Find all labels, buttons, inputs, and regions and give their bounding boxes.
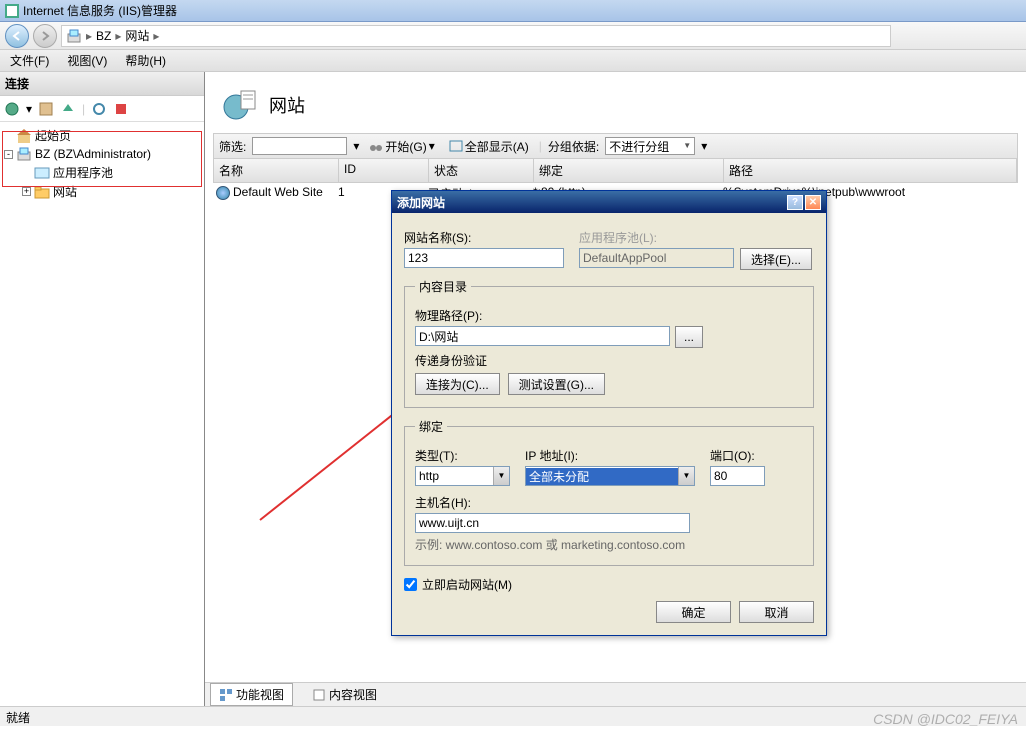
breadcrumb-sites[interactable]: 网站 xyxy=(125,27,149,44)
tree-start-page[interactable]: 起始页 xyxy=(4,126,200,145)
menu-bar: 文件(F) 视图(V) 帮助(H) xyxy=(0,50,1026,72)
connections-tree: 起始页 - BZ (BZ\Administrator) 应用程序池 + 网站 xyxy=(0,122,204,205)
port-input[interactable] xyxy=(710,466,765,486)
port-label: 端口(O): xyxy=(710,447,770,464)
ok-button[interactable]: 确定 xyxy=(656,601,731,623)
go-button[interactable]: 开始(G) ▾ xyxy=(365,138,438,155)
app-icon xyxy=(5,4,19,18)
site-name-input[interactable] xyxy=(404,248,564,268)
type-label: 类型(T): xyxy=(415,447,510,464)
col-path[interactable]: 路径 xyxy=(724,159,1017,182)
connect-as-button[interactable]: 连接为(C)... xyxy=(415,373,500,395)
content-dir-group: 内容目录 物理路径(P): ... 传递身份验证 连接为(C)... 测试设置(… xyxy=(404,278,814,408)
connections-toolbar: ▾ | xyxy=(0,96,204,122)
type-combo[interactable]: http▼ xyxy=(415,466,510,486)
menu-view[interactable]: 视图(V) xyxy=(67,52,107,69)
watermark: CSDN @IDC02_FEIYA xyxy=(873,711,1018,727)
tree-app-pools[interactable]: 应用程序池 xyxy=(4,163,200,182)
col-id[interactable]: ID xyxy=(339,159,429,182)
groupby-combo[interactable]: 不进行分组 xyxy=(605,137,695,155)
page-title: 网站 xyxy=(269,92,305,118)
tab-content[interactable]: 内容视图 xyxy=(303,683,386,706)
menu-file[interactable]: 文件(F) xyxy=(10,52,49,69)
expand-icon[interactable]: + xyxy=(22,187,31,196)
chevron-right-icon: ▸ xyxy=(153,29,159,43)
add-site-dialog: 添加网站 ? ✕ 网站名称(S): 应用程序池(L): 选择(E)... 内容目… xyxy=(391,190,827,636)
phys-path-input[interactable] xyxy=(415,326,670,346)
app-pool-input xyxy=(579,248,734,268)
back-button[interactable] xyxy=(5,24,29,48)
cancel-button[interactable]: 取消 xyxy=(739,601,814,623)
show-all-button[interactable]: 全部显示(A) xyxy=(445,138,533,155)
select-pool-button[interactable]: 选择(E)... xyxy=(740,248,812,270)
col-binding[interactable]: 绑定 xyxy=(534,159,724,182)
close-button[interactable]: ✕ xyxy=(805,195,821,210)
filter-bar: 筛选: ▾ 开始(G) ▾ 全部显示(A) | 分组依据: 不进行分组 ▾ xyxy=(213,133,1018,159)
chevron-down-icon: ▼ xyxy=(493,467,509,485)
window-title: Internet 信息服务 (IIS)管理器 xyxy=(23,2,177,19)
binding-group: 绑定 类型(T): http▼ IP 地址(I): 全部未分配▼ 端口(O): … xyxy=(404,418,814,566)
binoculars-icon xyxy=(369,139,383,153)
globe-icon xyxy=(216,186,230,200)
dialog-titlebar[interactable]: 添加网站 ? ✕ xyxy=(392,191,826,213)
tab-features[interactable]: 功能视图 xyxy=(210,683,293,706)
apppool-icon xyxy=(34,165,50,181)
collapse-icon[interactable]: - xyxy=(4,150,13,159)
filter-label: 筛选: xyxy=(219,138,246,155)
content-icon xyxy=(312,688,326,702)
chevron-right-icon: ▸ xyxy=(115,29,121,43)
host-name-input[interactable] xyxy=(415,513,690,533)
home-icon xyxy=(16,128,32,144)
refresh-icon[interactable] xyxy=(91,101,107,117)
col-status[interactable]: 状态 xyxy=(429,159,534,182)
stop-icon[interactable] xyxy=(113,101,129,117)
start-site-checkbox[interactable]: 立即启动网站(M) xyxy=(404,576,814,593)
save-icon[interactable] xyxy=(38,101,54,117)
features-icon xyxy=(219,688,233,702)
host-name-label: 主机名(H): xyxy=(415,494,803,511)
up-icon[interactable] xyxy=(60,101,76,117)
browse-button[interactable]: ... xyxy=(675,326,703,348)
showall-icon xyxy=(449,139,463,153)
tree-sites[interactable]: + 网站 xyxy=(4,182,200,201)
ip-combo[interactable]: 全部未分配▼ xyxy=(525,466,695,486)
col-name[interactable]: 名称 xyxy=(214,159,339,182)
server-icon xyxy=(66,28,82,44)
phys-path-label: 物理路径(P): xyxy=(415,307,803,324)
pass-auth-label: 传递身份验证 xyxy=(415,352,803,369)
sites-grid-header: 名称 ID 状态 绑定 路径 xyxy=(213,159,1018,183)
breadcrumb[interactable]: ▸ BZ ▸ 网站 ▸ xyxy=(61,25,891,47)
test-settings-button[interactable]: 测试设置(G)... xyxy=(508,373,605,395)
app-pool-label: 应用程序池(L): xyxy=(579,229,814,246)
view-tabs: 功能视图 内容视图 xyxy=(205,682,1026,706)
forward-button[interactable] xyxy=(33,24,57,48)
server-icon xyxy=(16,146,32,162)
window-titlebar: Internet 信息服务 (IIS)管理器 xyxy=(0,0,1026,22)
site-name-label: 网站名称(S): xyxy=(404,229,569,246)
menu-help[interactable]: 帮助(H) xyxy=(125,52,166,69)
chevron-down-icon: ▼ xyxy=(678,467,694,485)
filter-input[interactable] xyxy=(252,137,347,155)
connect-icon[interactable] xyxy=(4,101,20,117)
chevron-right-icon: ▸ xyxy=(86,29,92,43)
sites-page-icon xyxy=(223,87,259,123)
help-button[interactable]: ? xyxy=(787,195,803,210)
groupby-label: 分组依据: xyxy=(548,138,599,155)
tree-server[interactable]: - BZ (BZ\Administrator) xyxy=(4,145,200,163)
breadcrumb-server[interactable]: BZ xyxy=(96,29,111,43)
ip-label: IP 地址(I): xyxy=(525,447,695,464)
connections-pane: 连接 ▾ | 起始页 - BZ (BZ\Administrator) xyxy=(0,72,205,706)
connections-header: 连接 xyxy=(0,72,204,96)
host-example: 示例: www.contoso.com 或 marketing.contoso.… xyxy=(415,536,803,553)
nav-bar: ▸ BZ ▸ 网站 ▸ xyxy=(0,22,1026,50)
folder-icon xyxy=(34,184,50,200)
